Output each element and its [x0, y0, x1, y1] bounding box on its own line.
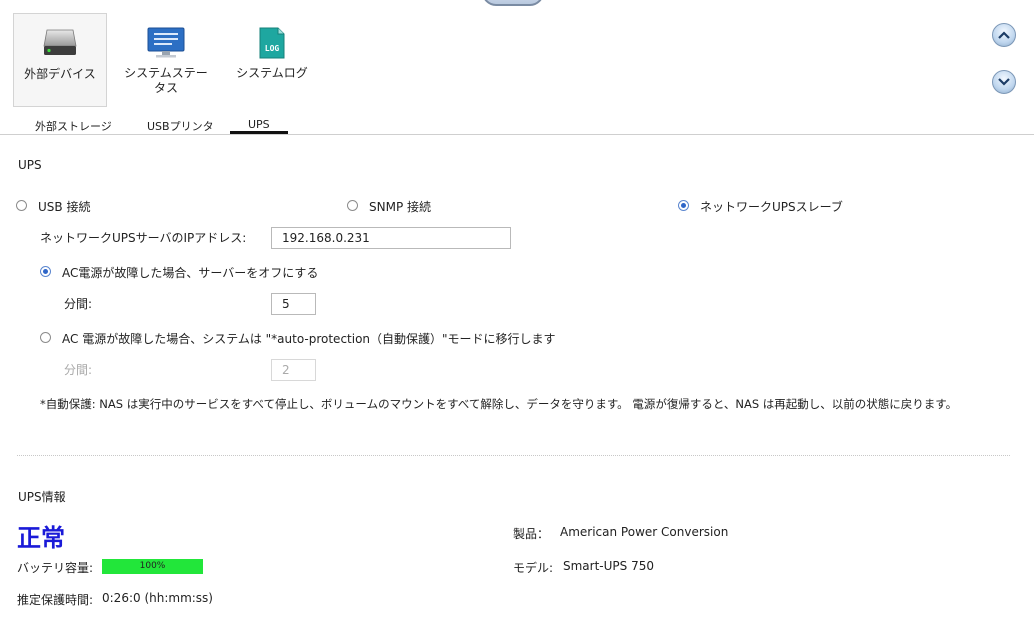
ups-info-title: UPS情報	[18, 490, 66, 504]
shutdown-on-failure-label[interactable]: AC電源が故障した場合、サーバーをオフにする	[62, 264, 318, 281]
usb-connection-label[interactable]: USB 接続	[38, 198, 90, 215]
shutdown-minutes-input[interactable]: 5	[271, 293, 316, 315]
auto-protection-minutes-input[interactable]: 2	[271, 359, 316, 381]
shutdown-on-failure-radio[interactable]	[40, 266, 51, 277]
icon-label: システムステータス	[124, 66, 208, 95]
auto-protection-note: *自動保護: NAS は実行中のサービスをすべて停止し、ボリュームのマウントをす…	[40, 397, 958, 411]
product-value: American Power Conversion	[560, 525, 729, 539]
tab-ups[interactable]: UPS	[248, 118, 270, 131]
snmp-connection-radio[interactable]	[347, 200, 358, 211]
model-label: モデル:	[513, 561, 554, 575]
icon-tile-system-status[interactable]: システムステータス	[118, 13, 214, 107]
battery-capacity-bar: 100%	[102, 559, 203, 574]
network-ups-slave-label[interactable]: ネットワークUPSスレーブ	[700, 198, 843, 215]
snmp-connection-label[interactable]: SNMP 接続	[369, 198, 431, 215]
ups-section-title: UPS	[18, 158, 42, 172]
chevron-down-icon	[998, 78, 1010, 86]
tabs-divider	[0, 134, 1034, 135]
tab-usb-printer[interactable]: USBプリンタ	[147, 118, 214, 134]
auto-protection-label[interactable]: AC 電源が故障した場合、システムは "*auto-protection（自動保…	[62, 330, 556, 347]
runtime-value: 0:26:0 (hh:mm:ss)	[102, 591, 213, 605]
ups-status: 正常	[17, 524, 65, 552]
runtime-label: 推定保護時間:	[17, 593, 94, 607]
tab-external-storage[interactable]: 外部ストレージ	[35, 118, 112, 134]
section-divider	[17, 455, 1010, 456]
auto-protection-minutes-label: 分間:	[64, 363, 93, 377]
ip-address-label: ネットワークUPSサーバのIPアドレス:	[40, 231, 247, 245]
log-badge: LOG	[265, 44, 280, 53]
monitor-icon	[147, 27, 185, 58]
icon-label: 外部デバイス	[24, 67, 96, 81]
auto-protection-radio[interactable]	[40, 332, 51, 343]
shutdown-minutes-label: 分間:	[64, 297, 93, 311]
scroll-down-button[interactable]	[992, 70, 1016, 94]
network-ups-slave-radio[interactable]	[678, 200, 689, 211]
product-label: 製品：	[513, 527, 550, 541]
model-value: Smart-UPS 750	[563, 559, 654, 573]
usb-connection-radio[interactable]	[16, 200, 27, 211]
external-drive-icon	[43, 29, 77, 55]
battery-capacity-label: バッテリ容量:	[17, 561, 94, 575]
icon-tile-external-device[interactable]: 外部デバイス	[13, 13, 107, 107]
ip-address-input[interactable]: 192.168.0.231	[271, 227, 511, 249]
icon-label: システムログ	[236, 66, 308, 80]
log-icon: LOG	[259, 27, 285, 59]
collapse-handle[interactable]	[482, 0, 544, 6]
scroll-up-button[interactable]	[992, 23, 1016, 47]
chevron-up-icon	[998, 31, 1010, 39]
icon-tile-system-log[interactable]: LOG システムログ	[226, 13, 318, 107]
